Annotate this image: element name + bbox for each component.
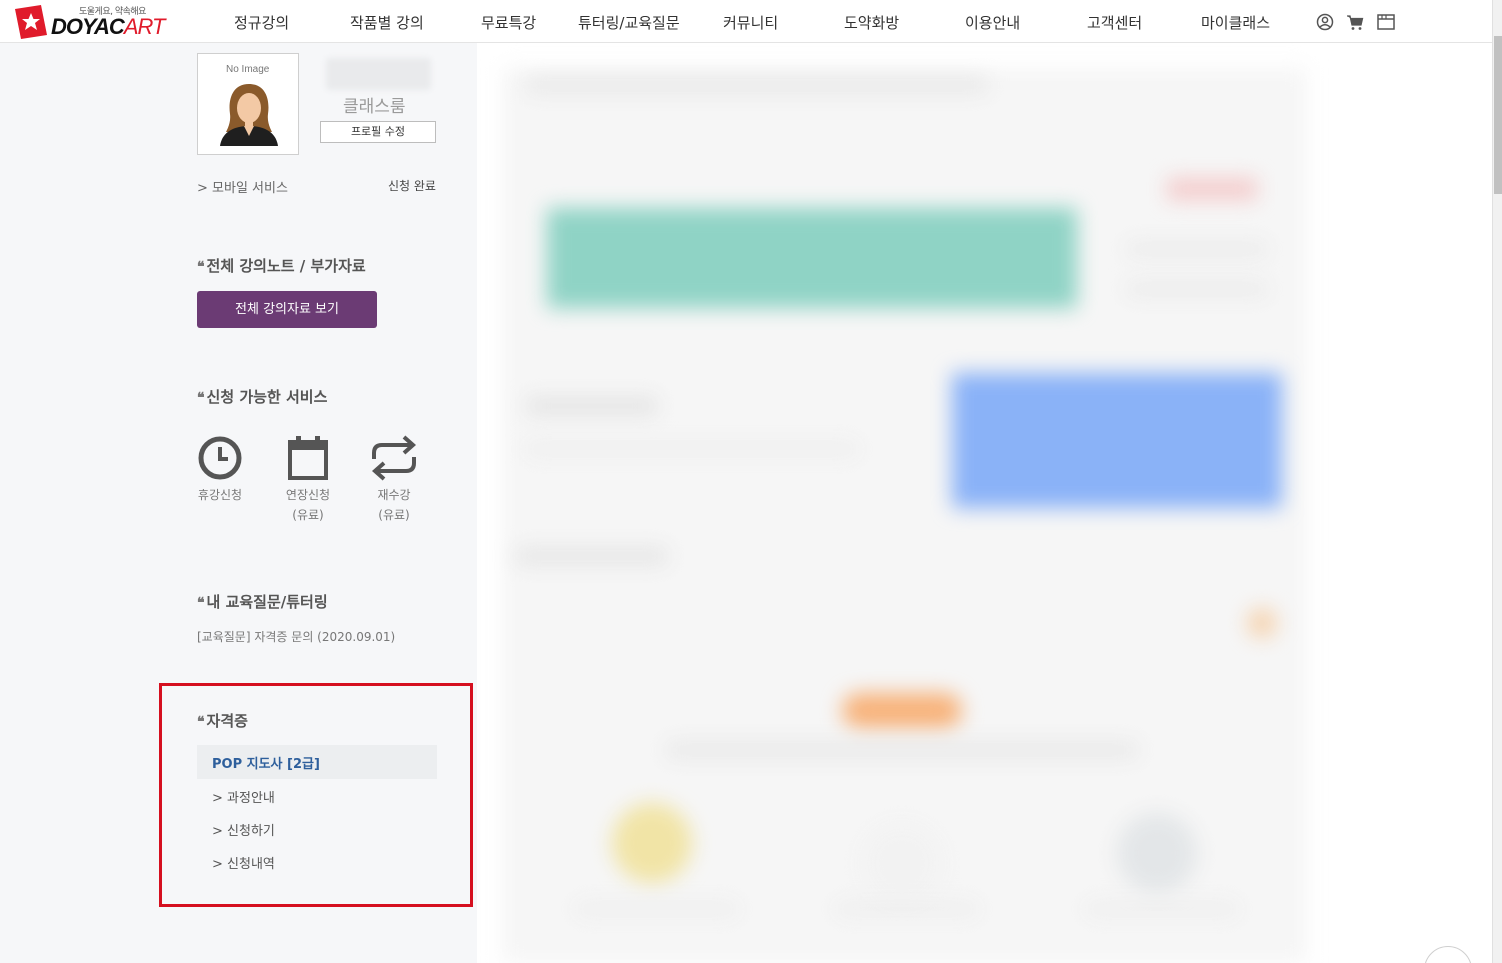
- nav-free-lectures[interactable]: 무료특강: [481, 12, 536, 33]
- calendar-icon: [288, 436, 328, 480]
- blurred-text-line: [577, 903, 737, 915]
- lecture-notes-title: ❝ 전체 강의노트 / 부가자료: [197, 257, 366, 275]
- classroom-label: 클래스룸: [343, 97, 406, 117]
- blurred-text-line: [1127, 283, 1267, 295]
- application-history-link[interactable]: > 신청내역: [212, 853, 275, 872]
- blurred-circle: [612, 803, 692, 883]
- blurred-text-line: [527, 398, 657, 414]
- clock-icon: [198, 436, 242, 480]
- blurred-username: [326, 58, 431, 90]
- scrollbar-thumb[interactable]: [1494, 36, 1502, 194]
- top-header: 도울게요, 약속해요 DOYACART 정규강의 작품별 강의 무료특강 튜터링…: [0, 0, 1492, 43]
- leave-request-label: 휴강신청: [197, 488, 243, 502]
- blurred-circle: [862, 823, 942, 903]
- apply-link[interactable]: > 신청하기: [212, 820, 275, 839]
- nav-art-shop[interactable]: 도약화방: [844, 12, 899, 33]
- extension-request-service[interactable]: 연장신청 (유료): [268, 433, 348, 525]
- blurred-text-line: [667, 743, 1137, 757]
- no-image-label: No Image: [226, 64, 270, 75]
- quote-icon: ❝: [197, 259, 205, 275]
- repeat-icon: [371, 435, 417, 481]
- blurred-badge: [1167, 178, 1257, 200]
- nav-guide[interactable]: 이용안내: [965, 12, 1020, 33]
- main-content-blurred: [477, 43, 1492, 963]
- course-info-link[interactable]: > 과정안내: [212, 787, 275, 806]
- nav-my-class[interactable]: 마이클래스: [1201, 12, 1270, 33]
- blurred-text-line: [1087, 903, 1237, 915]
- available-services-title: ❝ 신청 가능한 서비스: [197, 388, 328, 406]
- certificate-item[interactable]: POP 지도사 [2급]: [197, 745, 437, 779]
- page-scrollbar[interactable]: [1492, 0, 1502, 963]
- mobile-service-status: 신청 완료: [388, 179, 436, 193]
- question-list-item[interactable]: [교육질문] 자격증 문의 (2020.09.01): [197, 628, 395, 645]
- view-all-lecture-materials-button[interactable]: 전체 강의자료 보기: [197, 291, 377, 328]
- blurred-text-line: [517, 548, 667, 564]
- user-icon[interactable]: [1315, 12, 1335, 32]
- nav-tutoring[interactable]: 튜터링/교육질문: [578, 12, 680, 33]
- blurred-orange-pill: [842, 693, 962, 728]
- my-questions-title: ❝ 내 교육질문/튜터링: [197, 593, 328, 611]
- blurred-text-line: [837, 903, 977, 915]
- blurred-dot: [1247, 608, 1277, 638]
- blurred-banner-blue: [952, 373, 1282, 508]
- extension-request-paid-label: (유료): [292, 508, 324, 522]
- nav-customer-center[interactable]: 고객센터: [1087, 12, 1142, 33]
- extension-request-label: 연장신청: [285, 488, 331, 502]
- blurred-text-line: [1127, 243, 1267, 255]
- nav-regular-lectures[interactable]: 정규강의: [234, 12, 289, 33]
- logo-text: DOYACART: [51, 14, 165, 39]
- blurred-circle: [1117, 813, 1197, 893]
- logo-mark-icon: [15, 5, 47, 39]
- certificate-title: ❝ 자격증: [197, 712, 248, 730]
- cart-icon[interactable]: [1345, 12, 1365, 32]
- mobile-service-link[interactable]: > 모바일 서비스: [197, 177, 288, 196]
- retake-service[interactable]: 재수강 (유료): [354, 433, 434, 525]
- doyac-art-logo[interactable]: 도울게요, 약속해요 DOYACART: [15, 4, 165, 40]
- quote-icon: ❝: [197, 595, 205, 611]
- blurred-text-line: [527, 443, 857, 455]
- profile-photo: No Image: [197, 53, 299, 155]
- nav-community[interactable]: 커뮤니티: [723, 12, 778, 33]
- retake-paid-label: (유료): [378, 508, 410, 522]
- window-icon[interactable]: [1376, 12, 1396, 32]
- retake-label: 재수강: [377, 488, 411, 502]
- quote-icon: ❝: [197, 714, 205, 730]
- profile-edit-button[interactable]: 프로필 수정: [320, 121, 436, 143]
- blurred-text-line: [527, 78, 987, 92]
- blurred-banner-teal: [547, 208, 1077, 308]
- avatar-placeholder-icon: [220, 84, 278, 146]
- certificate-name: POP 지도사 [2급]: [212, 757, 320, 772]
- leave-request-service[interactable]: 휴강신청: [180, 433, 260, 505]
- quote-icon: ❝: [197, 390, 205, 406]
- nav-lectures-by-work[interactable]: 작품별 강의: [350, 12, 424, 33]
